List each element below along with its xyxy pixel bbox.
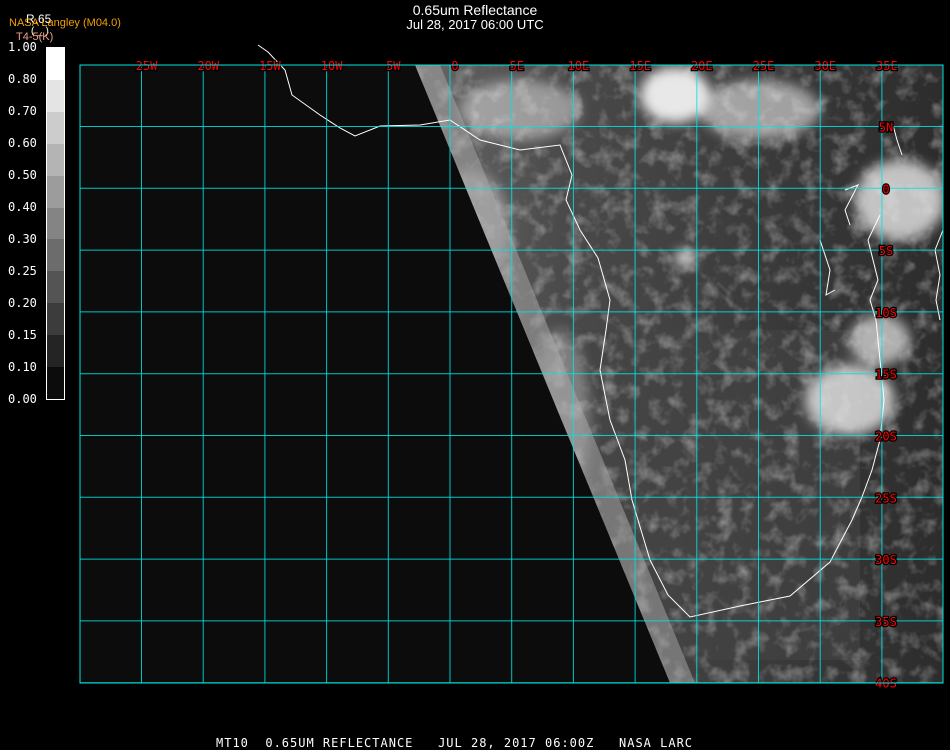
latitude-label: 30S [875, 553, 897, 567]
latitude-label: 5S [879, 244, 893, 258]
longitude-label: 25W [136, 59, 158, 73]
longitude-label: 20E [691, 59, 713, 73]
latitude-label: 15S [875, 368, 897, 382]
longitude-label: 10E [568, 59, 590, 73]
latitude-label: 20S [875, 430, 897, 444]
longitude-label: 35E [876, 59, 898, 73]
longitude-label: 30E [814, 59, 836, 73]
latitude-label: 25S [875, 491, 897, 505]
longitude-label: 25E [753, 59, 775, 73]
latitude-label: 10S [875, 306, 897, 320]
longitude-label: 5E [509, 59, 523, 73]
longitude-label: 20W [197, 59, 219, 73]
longitude-label: 15W [259, 59, 281, 73]
longitude-label: 5W [386, 59, 401, 73]
latitude-label: 40S [875, 677, 897, 691]
latitude-label: 35S [875, 615, 897, 629]
latitude-label: 0 [882, 182, 889, 196]
satellite-map: 25W 20W 15W 10W 5W 0 5E 10E 15E 20E 25E 30E 35E 5N 0 5S… [79, 44, 944, 692]
longitude-label: 10W [321, 59, 343, 73]
longitude-label: 15E [629, 59, 651, 73]
latitude-label: 5N [879, 121, 893, 135]
longitude-label: 0 [451, 59, 458, 73]
footer-caption: MT10 0.65UM REFLECTANCE JUL 28, 2017 06:… [216, 736, 694, 750]
